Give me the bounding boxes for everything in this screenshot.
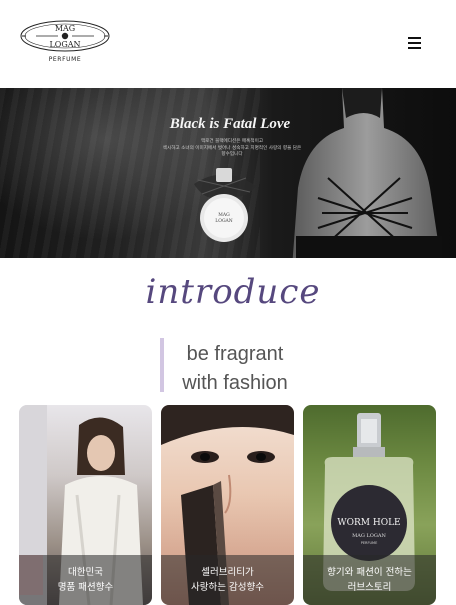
hero-banner[interactable]: Black is Fatal Love 맥로건 블랙에디션은 매혹적이고 섹시하… [0, 88, 456, 258]
svg-text:MAG: MAG [55, 24, 75, 33]
card-caption: 대한민국 명품 패션향수 [19, 555, 152, 605]
svg-text:MAG: MAG [218, 212, 230, 218]
perfume-bottle-image: MAG LOGAN [194, 168, 256, 242]
site-header: MAG LOGAN PERFUME [0, 0, 456, 88]
feature-card-celebrity[interactable]: 셀러브리티가 사랑하는 감성향수 [161, 405, 294, 605]
logo-emblem-icon: MAG LOGAN [20, 20, 110, 52]
feature-card-luxury[interactable]: 대한민국 명품 패션향수 [19, 405, 152, 605]
svg-text:LOGAN: LOGAN [215, 218, 233, 224]
card-caption: 향기와 패션이 전하는 러브스토리 [303, 555, 436, 605]
card-caption: 셀러브리티가 사랑하는 감성향수 [161, 555, 294, 605]
feature-card-lovestory[interactable]: WORM HOLE MAG LOGAN PERFUME 향기와 패션이 전하는 … [303, 405, 436, 605]
logo-subtitle: PERFUME [48, 56, 82, 63]
svg-text:LOGAN: LOGAN [49, 40, 80, 49]
hero-title: Black is Fatal Love [169, 116, 291, 132]
hero-model-image [292, 88, 442, 258]
svg-text:PERFUME: PERFUME [361, 541, 378, 545]
slogan-accent-bar [160, 338, 164, 392]
slogan-text: be fragrant with fashion [182, 343, 288, 394]
svg-text:WORM HOLE: WORM HOLE [337, 518, 400, 528]
section-title-introduce: introduce [145, 272, 321, 312]
svg-text:MAG LOGAN: MAG LOGAN [352, 533, 386, 539]
hamburger-menu-icon[interactable] [404, 34, 426, 52]
